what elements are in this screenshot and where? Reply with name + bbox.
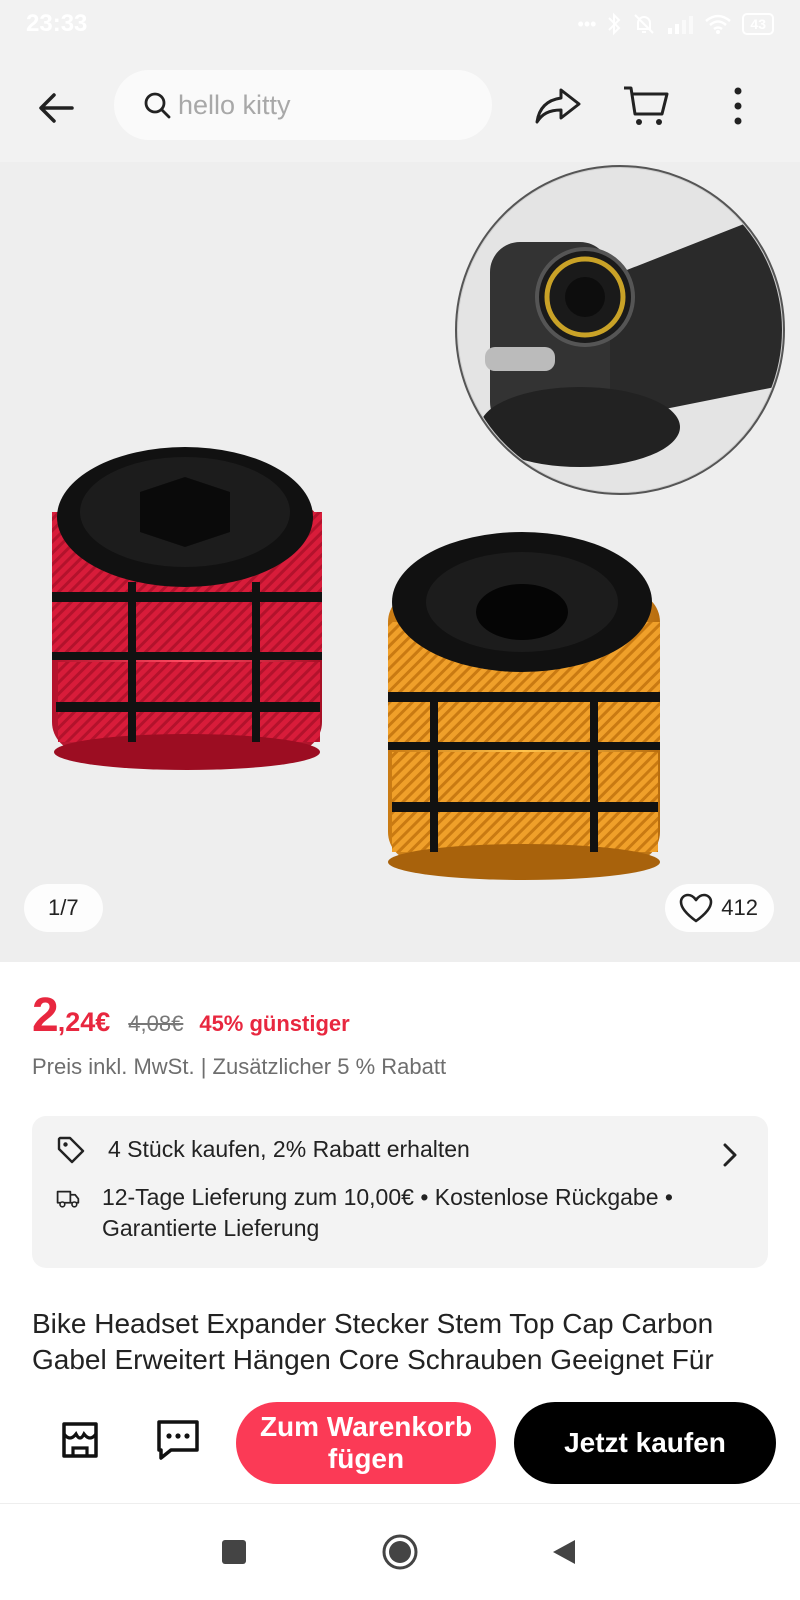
recent-apps-button[interactable] <box>210 1528 258 1576</box>
offers-box[interactable]: 4 Stück kaufen, 2% Rabatt erhalten 12-Ta… <box>32 1116 768 1268</box>
price-integer: 2 <box>32 989 59 1042</box>
heart-icon <box>679 893 713 923</box>
wifi-icon <box>705 14 732 34</box>
back-arrow-icon <box>39 93 74 123</box>
price-row: 2 ,24€ 4,08€ 45% günstiger <box>32 988 350 1043</box>
buy-now-button[interactable]: Jetzt kaufen <box>514 1402 776 1484</box>
like-button[interactable]: 412 <box>665 884 774 932</box>
truck-icon <box>56 1190 80 1208</box>
system-nav-bar <box>0 1504 800 1600</box>
like-count: 412 <box>721 895 758 920</box>
more-button[interactable] <box>710 78 766 134</box>
status-bar: 23:33 ••• 43 <box>0 0 800 52</box>
chat-icon <box>157 1420 199 1460</box>
discount-label: 45% günstiger <box>199 1011 350 1036</box>
store-icon <box>62 1422 98 1458</box>
price-decimal: ,24€ <box>57 1007 111 1037</box>
bulk-offer-text: 4 Stück kaufen, 2% Rabatt erhalten <box>108 1136 470 1162</box>
tag-icon <box>57 1136 85 1164</box>
battery-indicator: 43 <box>742 13 774 35</box>
cart-button[interactable] <box>618 78 674 134</box>
search-input[interactable] <box>178 89 458 121</box>
page-indicator: 1/7 <box>24 884 103 932</box>
top-app-bar <box>0 52 800 162</box>
dots-icon: ••• <box>577 13 597 34</box>
orange-expander <box>388 532 660 880</box>
mute-bell-icon <box>634 14 655 34</box>
share-icon <box>535 88 581 124</box>
more-vert-icon <box>734 87 742 125</box>
back-nav-button[interactable] <box>540 1528 588 1576</box>
bulk-offer-row[interactable]: 4 Stück kaufen, 2% Rabatt erhalten <box>56 1134 470 1165</box>
search-bar[interactable] <box>114 70 492 140</box>
delivery-text: 12-Tage Lieferung zum 10,00€ • Kostenlos… <box>101 1184 673 1241</box>
cart-icon <box>624 86 669 125</box>
nav-home-icon <box>382 1534 418 1570</box>
red-expander <box>52 447 322 770</box>
chevron-right-icon[interactable] <box>722 1142 738 1168</box>
delivery-row: 12-Tage Lieferung zum 10,00€ • Kostenlos… <box>56 1182 736 1244</box>
store-button[interactable] <box>52 1412 108 1468</box>
status-time: 23:33 <box>26 10 88 37</box>
nav-back-icon <box>553 1540 575 1564</box>
back-button[interactable] <box>30 82 82 134</box>
price-note: Preis inkl. MwSt. | Zusätzlicher 5 % Rab… <box>32 1054 447 1079</box>
nav-square-icon <box>222 1540 246 1564</box>
bottom-action-bar: Zum Warenkorb fügen Jetzt kaufen <box>0 1386 800 1504</box>
product-image <box>52 165 785 880</box>
product-title: Bike Headset Expander Stecker Stem Top C… <box>32 1308 714 1375</box>
home-button[interactable] <box>376 1528 424 1576</box>
original-price: 4,08€ <box>128 1011 184 1036</box>
share-button[interactable] <box>530 78 586 134</box>
search-icon <box>144 92 171 119</box>
signal-icon <box>668 16 694 34</box>
add-to-cart-button[interactable]: Zum Warenkorb fügen <box>236 1402 496 1484</box>
product-image-gallery[interactable]: 1/7 412 <box>0 162 800 962</box>
chat-button[interactable] <box>150 1412 206 1468</box>
bluetooth-icon <box>608 12 621 36</box>
status-icons: ••• 43 <box>578 12 774 36</box>
